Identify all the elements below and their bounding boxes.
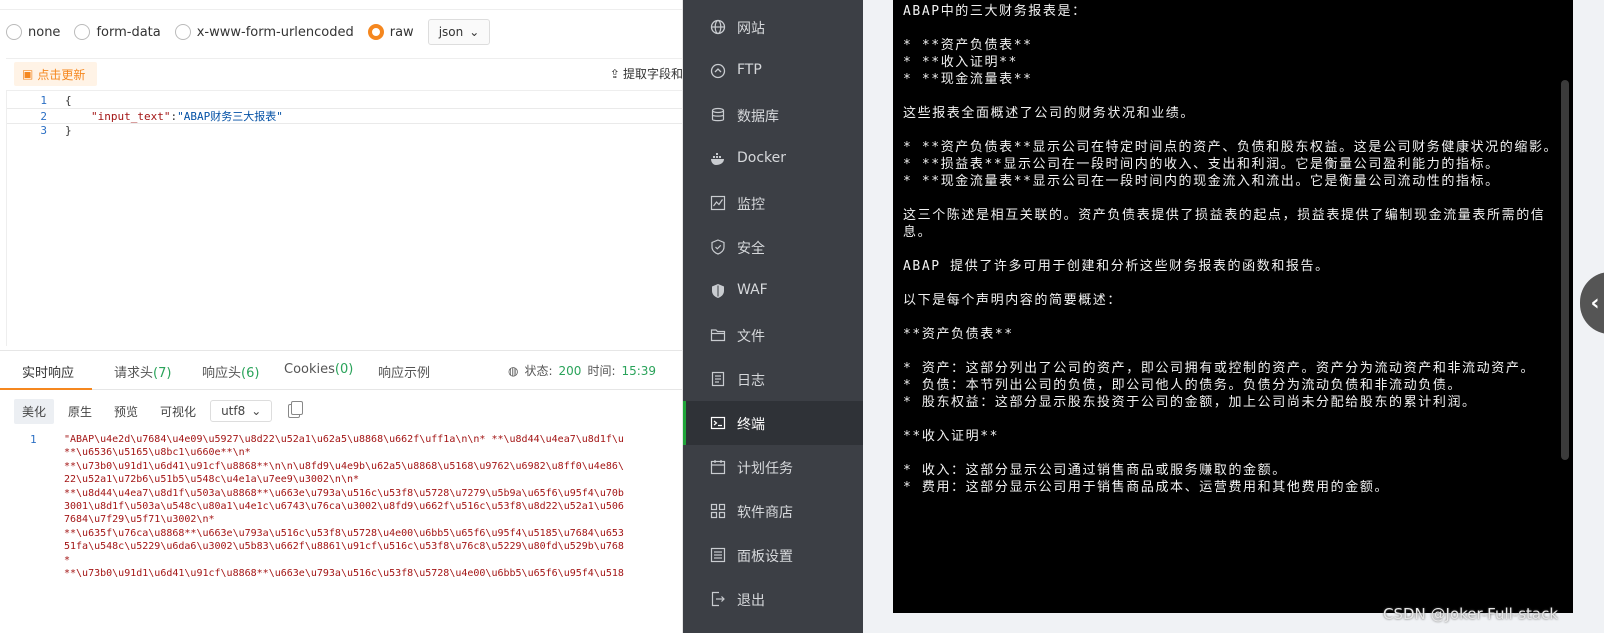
active-tab-indicator — [0, 388, 92, 390]
upload-icon: ⇪ — [609, 66, 620, 81]
refresh-button[interactable]: ▣ 点击更新 — [14, 62, 98, 86]
sidebar-item-website[interactable]: 网站 — [683, 5, 863, 49]
shield-icon — [710, 239, 726, 255]
view-raw-button[interactable]: 原生 — [60, 399, 100, 424]
terminal-output: ABAP中的三大财务报表是： * **资产负债表** * **收入证明** * … — [903, 4, 1559, 495]
request-toolbar: ▣ 点击更新 ⇪ 提取字段和 — [6, 58, 682, 88]
radio-form-data[interactable]: form-data — [74, 24, 161, 40]
settings-icon — [710, 547, 726, 563]
globe-icon — [710, 19, 726, 35]
encoding-select[interactable]: utf8 ⌄ — [210, 400, 273, 422]
calendar-icon — [710, 459, 726, 475]
chevron-left-icon: ‹ — [1590, 290, 1600, 316]
collapse-handle[interactable]: ‹ — [1580, 272, 1604, 334]
chevron-down-icon: ⌄ — [469, 25, 480, 39]
response-line: **\u73b0\u91d1\u6d41\u91cf\u8868**\n\n\u… — [64, 460, 624, 472]
radio-raw[interactable]: raw — [367, 24, 414, 40]
folder-icon — [710, 327, 726, 343]
response-line: 22\u52a1\u72b6\u51b5\u548c\u4e1a\u7ee9\u… — [64, 474, 360, 486]
ftp-icon — [710, 63, 726, 79]
log-icon — [710, 371, 726, 387]
screenshot-root: none form-data x-www-form-urlencoded raw… — [0, 0, 1604, 633]
terminal-scrollbar[interactable] — [1561, 80, 1569, 460]
sidebar-item-logs[interactable]: 日志 — [683, 357, 863, 401]
sidebar-item-security[interactable]: 安全 — [683, 225, 863, 269]
monitor-icon — [710, 195, 726, 211]
terminal-icon — [710, 415, 726, 431]
sidebar-item-terminal[interactable]: 终端 — [683, 401, 863, 445]
watermark: CSDN @Joker-Full-stack — [1383, 605, 1559, 623]
response-line: **\u8d44\u4ea7\u8d1f\u503a\u8868**\u663e… — [64, 487, 624, 499]
copy-icon[interactable] — [288, 401, 304, 418]
terminal-area: ABAP中的三大财务报表是： * **资产负债表** * **收入证明** * … — [863, 0, 1604, 633]
response-line: 3001\u8d1f\u503a\u548c\u80a1\u4e1c\u6743… — [64, 501, 624, 513]
logout-icon — [710, 591, 726, 607]
tab-realtime-response[interactable]: 实时响应 — [22, 362, 74, 381]
apps-icon — [710, 503, 726, 519]
radio-none[interactable]: none — [6, 24, 60, 40]
extract-fields-link[interactable]: ⇪ 提取字段和 — [609, 65, 682, 82]
radio-urlencoded[interactable]: x-www-form-urlencoded — [174, 24, 354, 40]
request-body-editor[interactable]: 1 { 2 "input_text":"ABAP财务三大报表" 3 } — [6, 90, 682, 346]
sidebar-item-app-store[interactable]: 软件商店 — [683, 489, 863, 533]
editor-line: 1 { — [40, 94, 72, 107]
response-body[interactable]: 1 "ABAP\u4e2d\u7684\u4e09\u5927\u8d22\u5… — [0, 430, 682, 633]
editor-line-active: 2 "input_text":"ABAP财务三大报表" — [7, 108, 682, 124]
response-status: ◍ 状态: 200 时间: 15:39 — [508, 363, 657, 379]
chevron-down-icon: ⌄ — [251, 404, 262, 418]
waf-shield-icon — [710, 283, 726, 299]
view-preview-button[interactable]: 预览 — [106, 399, 146, 424]
body-type-selector: none form-data x-www-form-urlencoded raw… — [6, 18, 491, 46]
terminal-screen[interactable]: ABAP中的三大财务报表是： * **资产负债表** * **收入证明** * … — [893, 0, 1573, 613]
response-body-lines: "ABAP\u4e2d\u7684\u4e09\u5927\u8d22\u52a… — [64, 433, 624, 580]
response-line: **\u635f\u76ca\u8868**\u663e\u793a\u516c… — [64, 527, 624, 539]
tab-cookies[interactable]: Cookies(0) — [284, 362, 353, 377]
panel-sidebar: 网站 FTP 数据库 Docker 监控 安全 WAF 文件 日志 终端 计划任… — [683, 0, 863, 633]
sidebar-item-database[interactable]: 数据库 — [683, 93, 863, 137]
globe-icon: ◍ — [508, 363, 519, 378]
tab-response-headers[interactable]: 响应头(6) — [202, 362, 259, 381]
top-divider — [0, 0, 682, 10]
response-line: * — [64, 554, 71, 566]
api-tool-panel: none form-data x-www-form-urlencoded raw… — [0, 0, 683, 633]
radio-dot-icon — [74, 24, 91, 40]
sidebar-item-monitor[interactable]: 监控 — [683, 181, 863, 225]
tab-response-example[interactable]: 响应示例 — [378, 362, 430, 381]
response-tabs: 实时响应 请求头(7) 响应头(6) Cookies(0) 响应示例 ◍ 状态:… — [0, 350, 682, 390]
response-line: **\u73b0\u91d1\u6d41\u91cf\u8868**\u663e… — [64, 568, 624, 580]
sidebar-item-waf[interactable]: WAF — [683, 269, 863, 313]
response-line: 7684\u7f29\u5f71\u3002\n* — [64, 514, 215, 526]
sidebar-item-ftp[interactable]: FTP — [683, 49, 863, 93]
refresh-icon: ▣ — [22, 67, 34, 81]
view-visual-button[interactable]: 可视化 — [152, 399, 204, 424]
format-select[interactable]: json ⌄ — [427, 19, 491, 45]
view-pretty-button[interactable]: 美化 — [14, 398, 55, 424]
sidebar-item-files[interactable]: 文件 — [683, 313, 863, 357]
sidebar-item-logout[interactable]: 退出 — [683, 577, 863, 621]
sidebar-item-cron[interactable]: 计划任务 — [683, 445, 863, 489]
response-line: "ABAP\u4e2d\u7684\u4e09\u5927\u8d22\u52a… — [64, 434, 624, 445]
sidebar-item-docker[interactable]: Docker — [683, 137, 863, 181]
radio-dot-checked-icon — [367, 24, 384, 40]
docker-icon — [710, 151, 726, 167]
response-view-bar: 美化 原生 预览 可视化 utf8 ⌄ — [14, 398, 304, 424]
sidebar-item-panel-settings[interactable]: 面板设置 — [683, 533, 863, 577]
database-icon — [710, 107, 726, 123]
response-line: **\u6536\u5165\u8bc1\u660e**\n* — [64, 447, 251, 459]
radio-dot-icon — [6, 24, 22, 40]
response-line: 51fa\u548c\u5229\u6da6\u3002\u5b83\u662f… — [64, 541, 624, 553]
radio-dot-icon — [174, 24, 191, 40]
tab-request-headers[interactable]: 请求头(7) — [114, 362, 171, 381]
editor-line: 3 } — [40, 124, 72, 137]
